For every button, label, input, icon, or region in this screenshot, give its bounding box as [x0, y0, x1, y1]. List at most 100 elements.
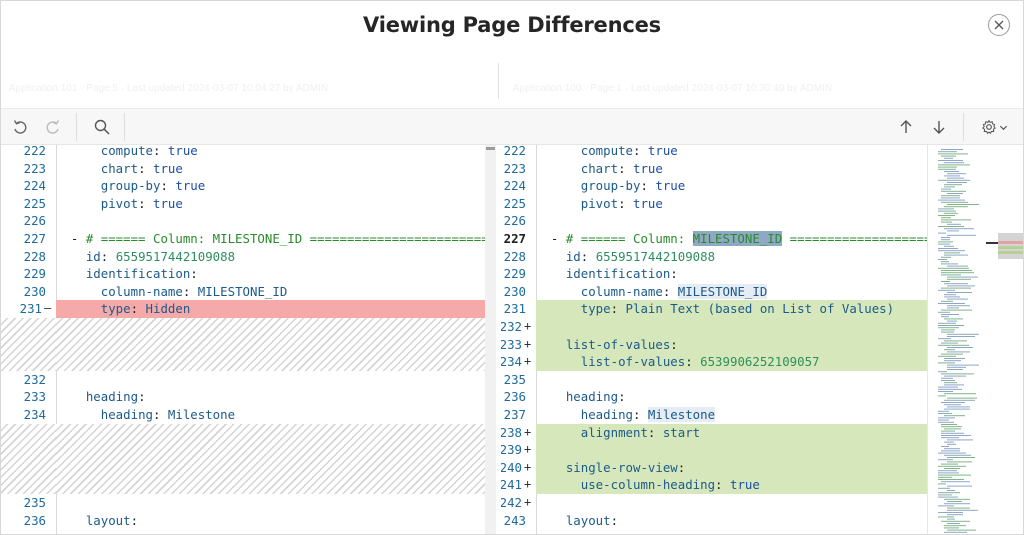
- code-line[interactable]: [536, 212, 927, 230]
- minimap-line: [938, 465, 966, 467]
- code-line[interactable]: use-column-heading: true: [536, 476, 927, 494]
- minimap-line: [938, 386, 958, 388]
- code-line[interactable]: id: 6559517442109088: [536, 248, 927, 266]
- code-line[interactable]: [536, 318, 927, 336]
- code-line[interactable]: heading:: [56, 388, 496, 406]
- scrollbar-thumb[interactable]: [486, 147, 495, 150]
- original-pane[interactable]: 222 223 224 225 226 227 228 229 230 231—232 233 234…: [1, 145, 496, 534]
- minimap-line: [947, 406, 970, 408]
- minimap-line: [941, 219, 971, 221]
- code-area[interactable]: compute: true chart: true group-by: true…: [56, 145, 496, 534]
- added-line-marker: +: [524, 459, 532, 474]
- code-line[interactable]: heading: Milestone: [56, 406, 496, 424]
- minimap-line: [938, 474, 971, 476]
- code-line[interactable]: compute: true: [536, 145, 927, 160]
- search-button[interactable]: [90, 115, 114, 139]
- minimap-line: [938, 267, 969, 269]
- code-area[interactable]: compute: true chart: true group-by: true…: [536, 145, 927, 534]
- code-line[interactable]: column-name: MILESTONE_ID: [536, 283, 927, 301]
- code-text: heading: Milestone: [580, 407, 716, 422]
- code-line[interactable]: pivot: true: [56, 195, 496, 213]
- code-line[interactable]: heading: Milestone: [536, 406, 927, 424]
- minimap-overview: [938, 149, 1023, 533]
- code-line[interactable]: compute: true: [56, 145, 496, 160]
- settings-menu-button[interactable]: [977, 115, 1011, 139]
- info-divider: [498, 63, 499, 99]
- code-line[interactable]: identification:: [536, 265, 927, 283]
- code-line[interactable]: alignment: start: [536, 423, 927, 442]
- code-line[interactable]: [56, 371, 496, 389]
- line-number-gutter: 222 223 224 225 226 227 228 229 230 231 232 +233 +23…: [501, 145, 536, 534]
- code-line[interactable]: pivot: true: [536, 195, 927, 213]
- code-line[interactable]: heading:: [536, 388, 927, 406]
- minimap-line: [941, 217, 951, 219]
- minimap-line: [944, 318, 963, 320]
- minimap-line: [947, 182, 967, 183]
- line-number: 227: [501, 230, 536, 248]
- code-line[interactable]: layout:: [536, 512, 927, 530]
- redo-button[interactable]: [41, 115, 65, 139]
- line-number: 238 +: [501, 424, 536, 442]
- line-number-text: 233: [23, 389, 46, 405]
- code-text: id: 6559517442109088: [85, 248, 236, 264]
- diff-placeholder: [1, 423, 56, 494]
- line-number-text: 229: [23, 266, 46, 282]
- minimap-line: [947, 364, 979, 366]
- code-line[interactable]: [536, 371, 927, 389]
- minimap[interactable]: [927, 145, 1023, 534]
- line-number-text: 226: [23, 213, 46, 229]
- minimap-line: [944, 340, 967, 342]
- minimap-line: [944, 384, 964, 386]
- added-line-marker: +: [524, 319, 532, 333]
- minimap-line: [947, 173, 966, 175]
- line-number-text: 236: [23, 512, 46, 528]
- code-line[interactable]: [56, 494, 496, 512]
- modified-pane[interactable]: 222 223 224 225 226 227 228 229 230 231 232 +233 +23…: [501, 145, 927, 534]
- previous-difference-button[interactable]: [894, 115, 918, 139]
- code-line[interactable]: layout:: [56, 512, 496, 530]
- minimap-line: [944, 358, 965, 359]
- minimap-line: [944, 468, 960, 469]
- line-number: 234 +: [501, 353, 536, 371]
- arrow-down-icon: [933, 121, 945, 134]
- code-line[interactable]: type: Plain Text (based on List of Value…: [536, 300, 927, 318]
- minimap-change-marker: [998, 251, 1023, 254]
- line-number-text: 242: [501, 495, 522, 510]
- minimap-line: [944, 175, 960, 177]
- code-line[interactable]: - # ====== Column: MILESTONE_ID ========…: [56, 230, 496, 248]
- code-line[interactable]: [56, 212, 496, 230]
- code-line[interactable]: identification:: [56, 265, 496, 283]
- minimap-line: [947, 276, 978, 278]
- minimap-line: [941, 188, 951, 190]
- line-number-text: 223: [503, 160, 526, 176]
- code-line[interactable]: - # ====== Column: MILESTONE_ID ========…: [536, 230, 927, 248]
- code-line[interactable]: column-name: MILESTONE_ID: [56, 283, 496, 301]
- minimap-line: [938, 164, 970, 166]
- code-line[interactable]: [536, 441, 927, 459]
- code-line[interactable]: chart: true: [56, 160, 496, 178]
- toolbar-separator: [124, 113, 125, 141]
- minimap-line: [941, 197, 960, 199]
- minimap-line: [941, 261, 949, 263]
- code-line[interactable]: id: 6559517442109088: [56, 248, 496, 266]
- next-difference-button[interactable]: [927, 115, 951, 139]
- minimap-line: [938, 199, 965, 201]
- minimap-line: [938, 151, 957, 153]
- code-line[interactable]: list-of-values:: [536, 335, 927, 354]
- code-line[interactable]: chart: true: [536, 160, 927, 178]
- line-number-text: 235: [23, 495, 46, 510]
- code-line[interactable]: group-by: true: [536, 177, 927, 195]
- code-line[interactable]: [536, 494, 927, 512]
- minimap-line: [941, 432, 964, 434]
- close-button[interactable]: [988, 14, 1010, 36]
- chevron-down-icon: [999, 125, 1007, 130]
- code-line[interactable]: list-of-values: 6539906252109057: [536, 353, 927, 371]
- code-text: group-by: true: [100, 178, 206, 194]
- code-line[interactable]: type: Hidden: [56, 300, 496, 318]
- minimap-line: [938, 325, 964, 326]
- code-line[interactable]: group-by: true: [56, 177, 496, 195]
- code-line[interactable]: single-row-view:: [536, 458, 927, 477]
- undo-button[interactable]: [8, 115, 32, 139]
- original-pane-scrollbar[interactable]: [485, 145, 496, 534]
- minimap-line: [938, 505, 954, 507]
